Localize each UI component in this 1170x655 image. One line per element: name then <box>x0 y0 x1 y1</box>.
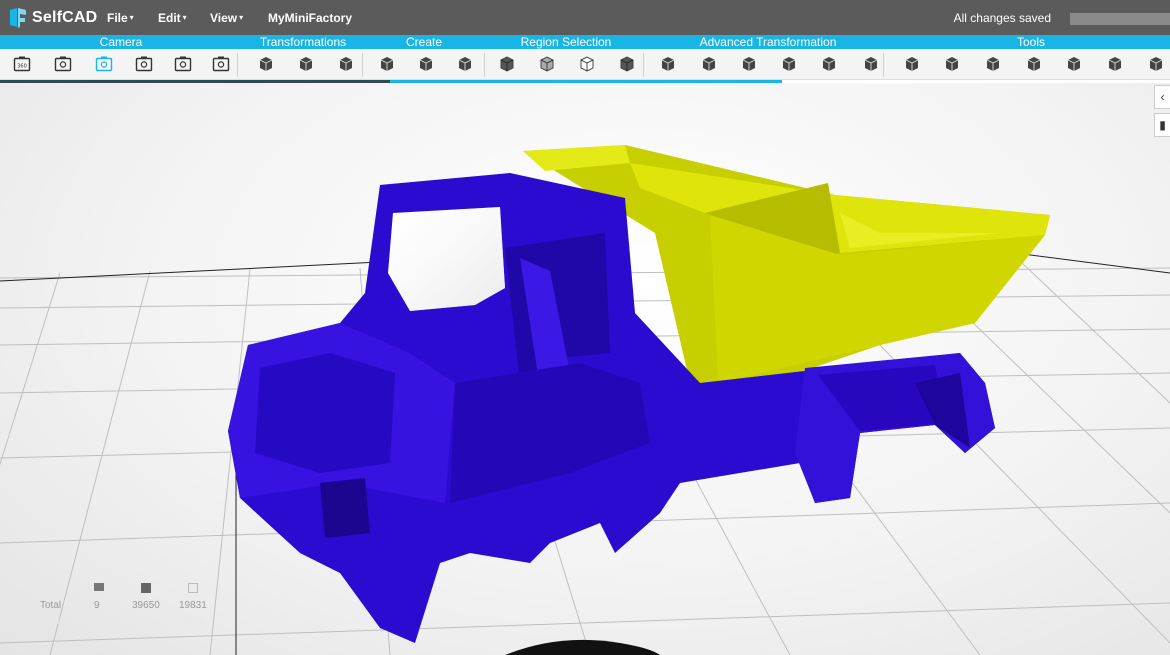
caret-down-icon: ▾ <box>239 13 244 22</box>
region-wire-icon[interactable] <box>577 54 597 74</box>
tools-check-icon[interactable] <box>1146 54 1166 74</box>
user-account[interactable] <box>1070 13 1170 25</box>
camera-settings-icon[interactable] <box>173 54 193 74</box>
vertices-icon <box>188 583 198 593</box>
menu-file[interactable]: File ▾ <box>107 0 134 35</box>
menu-view-label: View <box>210 10 238 25</box>
camera-rotate-icon[interactable] <box>134 54 154 74</box>
stats-total-label: Total <box>40 600 62 611</box>
selfcad-logo-icon <box>8 7 28 29</box>
stats-selected-label: Selected <box>32 616 71 627</box>
app-logo[interactable]: SelfCAD <box>8 6 97 30</box>
panel-toggle-icon[interactable]: ▮ <box>1154 113 1170 137</box>
caret-down-icon: ▾ <box>182 13 187 22</box>
advanced-mesh-icon[interactable] <box>699 54 719 74</box>
create-extrude-icon[interactable] <box>416 54 436 74</box>
camera-zoom-icon[interactable] <box>53 54 73 74</box>
transform-mirror-icon[interactable] <box>336 54 356 74</box>
category-region-selection[interactable]: Region Selection <box>505 35 627 49</box>
panel-collapse-icon[interactable]: ‹ <box>1154 85 1170 109</box>
category-create[interactable]: Create <box>380 35 468 49</box>
advanced-pyramid-icon[interactable] <box>779 54 799 74</box>
stats-selected-faces: 16598 <box>132 616 160 627</box>
wheel-model[interactable] <box>505 639 660 655</box>
stats-total-objects: 9 <box>94 600 100 611</box>
category-tools[interactable]: Tools <box>1000 35 1062 49</box>
menu-myminifactory-label: MyMiniFactory <box>268 10 353 25</box>
transform-move-icon[interactable] <box>256 54 276 74</box>
tools-sphere-icon[interactable] <box>1024 54 1044 74</box>
toolbar-separator <box>484 53 485 77</box>
objects-icon <box>94 583 104 591</box>
menu-edit[interactable]: Edit ▾ <box>158 0 187 35</box>
category-transformations[interactable]: Transformations <box>240 35 366 49</box>
toolbar-separator <box>362 53 363 77</box>
stats-selected-vertices: 8299 <box>182 616 205 627</box>
scene-canvas[interactable] <box>0 83 1170 655</box>
faces-icon <box>141 583 151 593</box>
tools-smooth-icon[interactable] <box>1064 54 1084 74</box>
3d-viewport[interactable]: ‹ ▮ <box>0 83 1170 655</box>
camera-360-icon[interactable]: 360 <box>12 54 32 74</box>
caret-down-icon: ▾ <box>129 13 134 22</box>
menu-edit-label: Edit <box>158 10 181 25</box>
tools-box-icon[interactable] <box>902 54 922 74</box>
toolbar-separator <box>237 53 238 77</box>
stats-total-vertices: 19831 <box>179 600 207 611</box>
menu-myminifactory[interactable]: MyMiniFactory <box>268 0 352 35</box>
create-shape-icon[interactable] <box>455 54 475 74</box>
advanced-twist-icon[interactable] <box>819 54 839 74</box>
app-name: SelfCAD <box>32 9 98 26</box>
advanced-bevel-icon[interactable] <box>739 54 759 74</box>
toolbar-separator <box>883 53 884 77</box>
stats-total-faces: 39650 <box>132 600 160 611</box>
stats-selected-objects: 6 <box>94 616 100 627</box>
tool-row: 360 <box>0 49 1170 80</box>
create-cube-icon[interactable] <box>377 54 397 74</box>
tools-stitch-icon[interactable] <box>1105 54 1125 74</box>
camera-reset-icon[interactable] <box>211 54 231 74</box>
region-face-icon[interactable] <box>497 54 517 74</box>
region-points-icon[interactable] <box>617 54 637 74</box>
region-solid-icon[interactable] <box>537 54 557 74</box>
menu-view[interactable]: View ▾ <box>210 0 243 35</box>
toolbar-separator <box>643 53 644 77</box>
advanced-cap-icon[interactable] <box>658 54 678 74</box>
category-advanced-transformation[interactable]: Advanced Transformation <box>680 35 856 49</box>
camera-pan-icon[interactable] <box>94 54 114 74</box>
transform-cube-icon[interactable] <box>296 54 316 74</box>
tools-hollow-icon[interactable] <box>983 54 1003 74</box>
menu-file-label: File <box>107 10 128 25</box>
category-camera[interactable]: Camera <box>60 35 182 49</box>
tools-solid-box-icon[interactable] <box>942 54 962 74</box>
svg-text:360: 360 <box>17 64 27 70</box>
save-status: All changes saved <box>953 11 1051 25</box>
top-bar: SelfCAD File ▾ Edit ▾ View ▾ MyMiniFactory … <box>0 0 1170 35</box>
category-bar: Camera Transformations Create Region Sel… <box>0 35 1170 49</box>
advanced-slice-icon[interactable] <box>861 54 881 74</box>
